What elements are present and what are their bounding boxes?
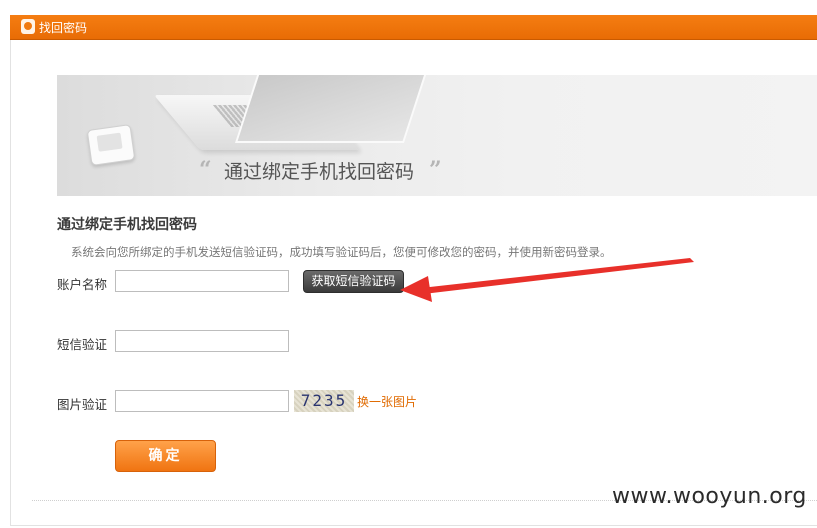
annotation-arrow	[400, 258, 694, 302]
watermark: www.wooyun.org	[612, 484, 807, 509]
